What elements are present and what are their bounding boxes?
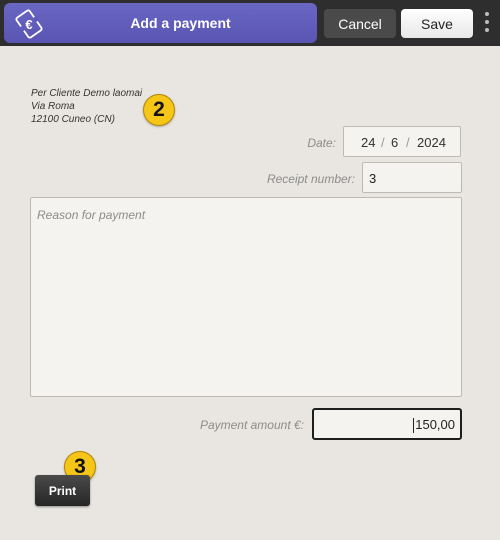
receipt-number-label: Receipt number: bbox=[266, 172, 355, 186]
receipt-euro-icon: € bbox=[15, 9, 43, 39]
title-pill: € Add a payment bbox=[4, 3, 317, 43]
address-line-name: Per Cliente Demo laomai bbox=[31, 88, 143, 99]
title-bar: € Add a payment Cancel Save bbox=[0, 0, 500, 46]
kebab-menu-icon[interactable] bbox=[480, 12, 494, 36]
date-month[interactable]: 6 bbox=[391, 135, 398, 150]
date-day[interactable]: 24 bbox=[361, 135, 375, 150]
cancel-button[interactable]: Cancel bbox=[324, 9, 396, 38]
annotation-badge-2: 2 bbox=[143, 94, 175, 126]
reason-textarea[interactable]: Reason for payment bbox=[30, 197, 462, 397]
address-line-city: 12100 Cuneo (CN) bbox=[31, 114, 115, 125]
page-title: Add a payment bbox=[130, 15, 231, 31]
save-button[interactable]: Save bbox=[401, 9, 473, 38]
receipt-number-value: 3 bbox=[369, 171, 377, 186]
payment-amount-label: Payment amount €: bbox=[199, 418, 304, 432]
payment-amount-field[interactable]: 150,00 bbox=[312, 408, 462, 440]
payment-amount-value: 150,00 bbox=[415, 417, 455, 432]
date-label: Date: bbox=[307, 136, 336, 150]
reason-placeholder: Reason for payment bbox=[37, 208, 146, 222]
svg-text:€: € bbox=[25, 17, 32, 32]
date-year[interactable]: 2024 bbox=[417, 135, 446, 150]
date-field[interactable]: 24 / 6 / 2024 bbox=[343, 126, 461, 157]
receipt-number-field[interactable]: 3 bbox=[362, 162, 462, 193]
print-button[interactable]: Print bbox=[35, 475, 90, 506]
date-separator: / bbox=[381, 135, 385, 150]
address-line-street: Via Roma bbox=[31, 101, 75, 112]
customer-address: Per Cliente Demo laomai Via Roma 12100 C… bbox=[31, 87, 142, 126]
date-separator: / bbox=[406, 135, 410, 150]
